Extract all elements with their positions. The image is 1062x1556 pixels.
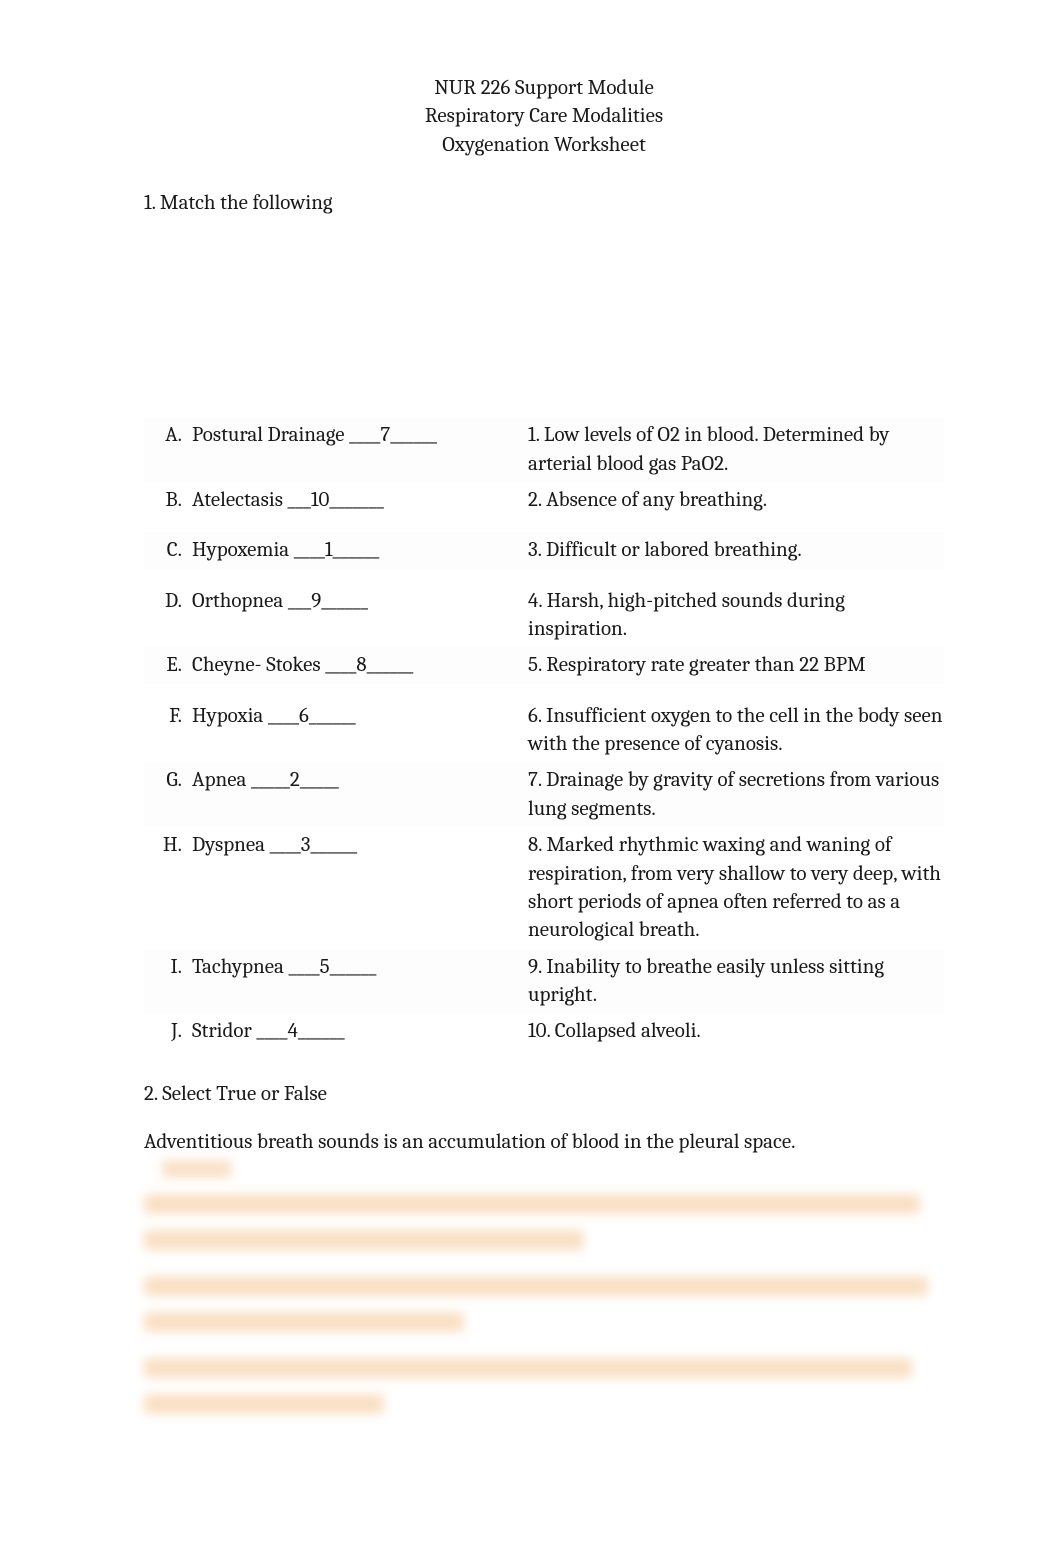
match-term: Atelectasis ___10_______: [192, 486, 528, 514]
header-line-2: Respiratory Care Modalities: [144, 102, 944, 130]
match-left-H: H. Dyspnea ____3______: [144, 831, 528, 859]
matching-table: A. Postural Drainage ____7______ 1. Low …: [144, 417, 944, 1049]
match-letter: G.: [144, 766, 192, 794]
match-letter: F.: [144, 702, 192, 730]
match-right-9: 9. Inability to breathe easily unless si…: [528, 949, 944, 1014]
match-letter: B.: [144, 486, 192, 514]
match-right-6: 6. Insufficient oxygen to the cell in th…: [528, 698, 944, 763]
question-2-label: 2. Select True or False: [144, 1080, 944, 1108]
obscured-content-block: [144, 1194, 944, 1414]
match-left-I: I. Tachypnea ____5______: [144, 953, 528, 981]
question-1-label: 1. Match the following: [144, 189, 944, 217]
match-letter: D.: [144, 587, 192, 615]
match-left-B: B. Atelectasis ___10_______: [144, 486, 528, 514]
obscured-line: [144, 1394, 384, 1414]
match-left-E: E. Cheyne- Stokes ____8______: [144, 651, 528, 679]
obscured-line: [144, 1358, 912, 1378]
match-term: Cheyne- Stokes ____8______: [192, 651, 528, 679]
match-term: Tachypnea ____5______: [192, 953, 528, 981]
match-term: Dyspnea ____3______: [192, 831, 528, 859]
match-term: Postural Drainage ____7______: [192, 421, 528, 449]
match-right-8: 8. Marked rhythmic waxing and waning of …: [528, 827, 944, 948]
match-left-C: C. Hypoxemia ____1______: [144, 536, 528, 564]
match-letter: A.: [144, 421, 192, 449]
match-left-D: D. Orthopnea ___9______: [144, 587, 528, 615]
match-term: Apnea _____2_____: [192, 766, 528, 794]
obscured-answer-blank: [162, 1160, 232, 1178]
match-right-2: 2. Absence of any breathing.: [528, 482, 944, 518]
match-right-5: 5. Respiratory rate greater than 22 BPM: [528, 647, 944, 683]
obscured-line: [144, 1194, 920, 1214]
obscured-line: [144, 1276, 928, 1296]
match-letter: H.: [144, 831, 192, 859]
header-line-3: Oxygenation Worksheet: [144, 131, 944, 159]
match-right-4: 4. Harsh, high-pitched sounds during ins…: [528, 583, 944, 648]
header-line-1: NUR 226 Support Module: [144, 74, 944, 102]
obscured-line: [144, 1312, 464, 1332]
match-letter: J.: [144, 1017, 192, 1045]
match-term: Hypoxemia ____1______: [192, 536, 528, 564]
obscured-line: [144, 1230, 584, 1250]
match-right-3: 3. Difficult or labored breathing.: [528, 532, 944, 568]
match-letter: E.: [144, 651, 192, 679]
match-right-10: 10. Collapsed alveoli.: [528, 1013, 944, 1049]
match-letter: I.: [144, 953, 192, 981]
match-term: Stridor ____4______: [192, 1017, 528, 1045]
question-2-statement-1: Adventitious breath sounds is an accumul…: [144, 1128, 944, 1156]
match-term: Hypoxia ____6______: [192, 702, 528, 730]
match-left-G: G. Apnea _____2_____: [144, 766, 528, 794]
match-right-7: 7. Drainage by gravity of secretions fro…: [528, 762, 944, 827]
match-left-F: F. Hypoxia ____6______: [144, 702, 528, 730]
worksheet-header: NUR 226 Support Module Respiratory Care …: [144, 74, 944, 159]
match-left-J: J. Stridor ____4______: [144, 1017, 528, 1045]
match-term: Orthopnea ___9______: [192, 587, 528, 615]
match-left-A: A. Postural Drainage ____7______: [144, 421, 528, 449]
match-letter: C.: [144, 536, 192, 564]
match-right-1: 1. Low levels of O2 in blood. Determined…: [528, 417, 944, 482]
